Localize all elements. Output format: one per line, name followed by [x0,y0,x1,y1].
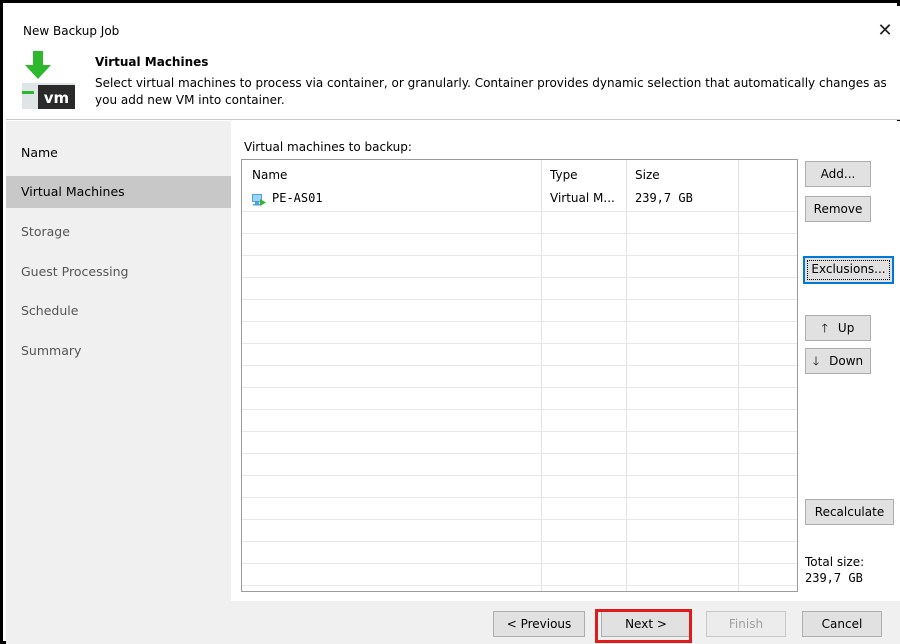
wizard-footer: < Previous Next > Finish Cancel [6,601,900,644]
column-header-type[interactable]: Type [550,168,578,182]
previous-button[interactable]: < Previous [493,611,585,637]
previous-button-label: < Previous [506,617,572,631]
wizard-steps-nav: Name Virtual Machines Storage Guest Proc… [6,121,231,641]
nav-step-name[interactable]: Name [6,137,231,169]
nav-step-storage[interactable]: Storage [6,216,231,248]
row-divider [242,541,797,542]
focus-ring [807,260,890,280]
row-divider [242,409,797,410]
column-header-name[interactable]: Name [252,168,287,182]
column-divider [626,160,627,591]
close-icon[interactable]: ✕ [874,20,896,42]
finish-button: Finish [706,611,786,637]
exclusions-button[interactable]: Exclusions... [803,256,894,284]
row-divider [242,563,797,564]
vm-size-cell: 239,7 GB [635,191,693,205]
table-header: Name Type Size [242,160,797,188]
nav-step-guest-processing[interactable]: Guest Processing [6,256,231,288]
main-panel: Virtual machines to backup: Name Type Si… [231,121,900,601]
row-divider [242,211,797,212]
table-row[interactable]: PE-AS01 Virtual M... 239,7 GB [242,188,797,210]
arrow-down-icon: 🡓 [812,354,820,368]
row-divider [242,321,797,322]
row-divider [242,343,797,344]
vm-list-table[interactable]: Name Type Size PE-AS01 Virtual M... 239,… [241,159,798,592]
remove-button-label: Remove [813,202,863,216]
total-size-value: 239,7 GB [805,571,863,585]
column-header-size[interactable]: Size [635,168,660,182]
up-button[interactable]: 🡑 Up [805,315,871,341]
total-size-label: Total size: [805,555,865,569]
row-divider [242,585,797,586]
down-button[interactable]: 🡓 Down [805,348,871,374]
next-button[interactable]: Next > [601,611,691,637]
row-divider [242,233,797,234]
up-button-label: Up [837,321,855,335]
row-divider [242,475,797,476]
page-title: Virtual Machines [95,55,209,69]
row-divider [242,497,797,498]
nav-step-virtual-machines[interactable]: Virtual Machines [6,176,231,208]
window-title: New Backup Job [23,24,120,38]
grid-label: Virtual machines to backup: [244,140,412,154]
svg-text:vm: vm [44,89,69,107]
row-divider [242,453,797,454]
row-divider [242,431,797,432]
arrow-up-icon: 🡑 [821,321,828,335]
row-divider [242,387,797,388]
title-bar: New Backup Job ✕ [6,6,900,44]
backup-job-dialog: New Backup Job ✕ vm Virtual Machines Sel… [0,0,900,644]
wizard-header: vm Virtual Machines Select virtual machi… [6,44,900,120]
column-divider [738,160,739,591]
nav-step-summary[interactable]: Summary [6,335,231,367]
vm-type-cell: Virtual M... [550,191,615,205]
column-divider [541,160,542,591]
down-button-label: Down [829,354,864,368]
nav-step-schedule[interactable]: Schedule [6,295,231,327]
cancel-button-label: Cancel [821,617,863,631]
recalculate-button-label: Recalculate [814,505,885,519]
vm-icon [252,194,266,206]
recalculate-button[interactable]: Recalculate [805,499,894,525]
row-divider [242,365,797,366]
next-button-label: Next > [625,617,667,631]
vm-name-cell: PE-AS01 [272,191,323,205]
finish-button-label: Finish [728,617,764,631]
add-button-label: Add... [820,167,856,181]
row-divider [242,299,797,300]
remove-button[interactable]: Remove [805,196,871,222]
add-button[interactable]: Add... [805,161,871,187]
row-divider [242,519,797,520]
page-description: Select virtual machines to process via c… [95,76,887,107]
cancel-button[interactable]: Cancel [802,611,882,637]
row-divider [242,277,797,278]
vm-download-icon: vm [22,51,75,109]
row-divider [242,255,797,256]
